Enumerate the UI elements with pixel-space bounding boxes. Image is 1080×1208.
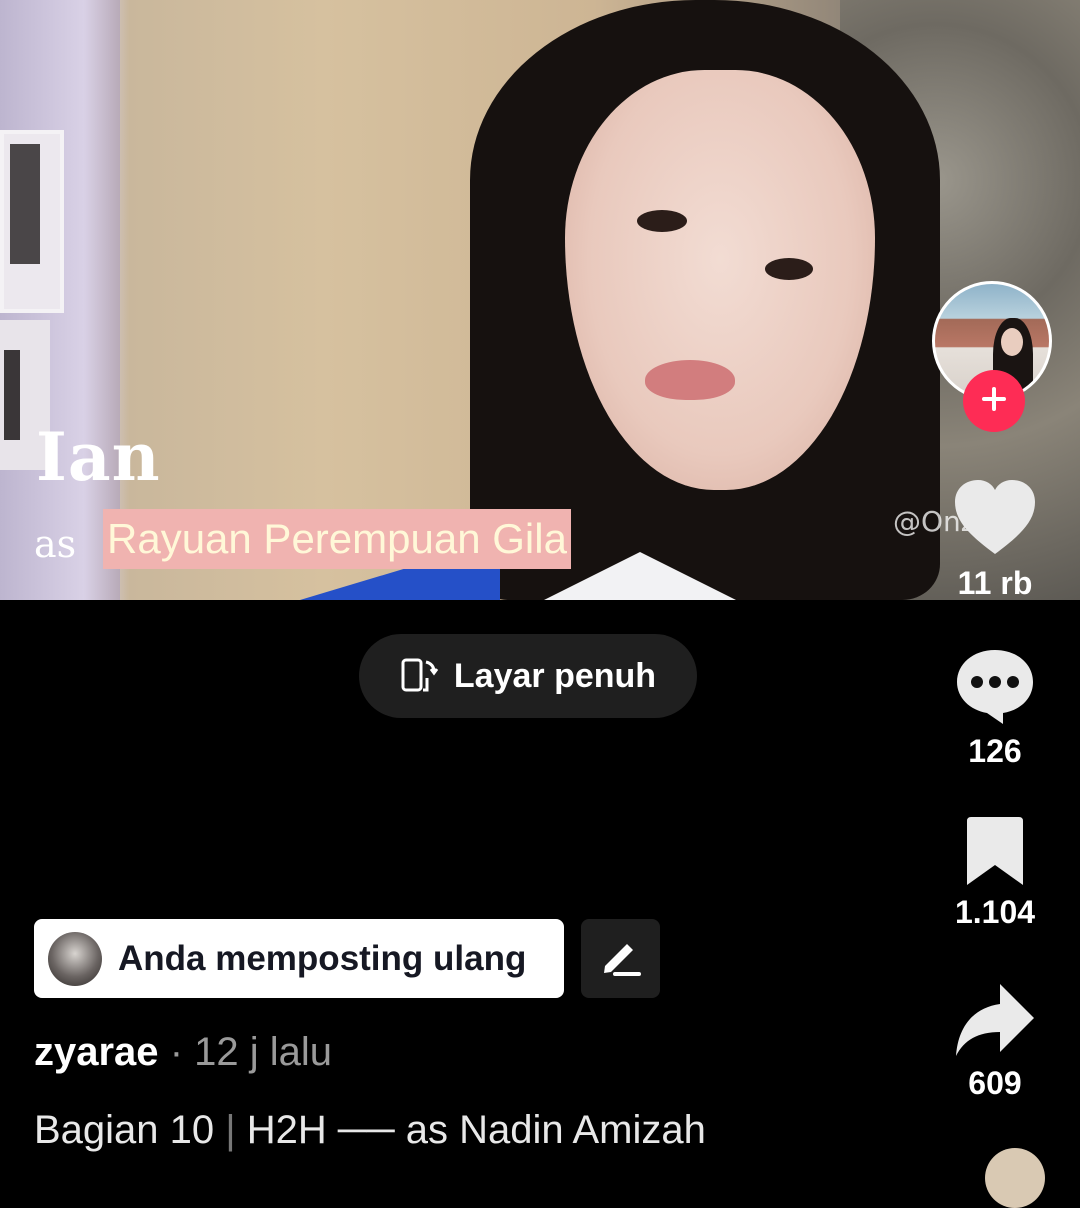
repost-label: Anda memposting ulang <box>118 938 527 978</box>
fullscreen-rotate-icon <box>400 654 440 699</box>
avatar <box>48 931 102 986</box>
post-meta: zyarae · 12 j lalu <box>34 1030 332 1075</box>
username[interactable]: zyarae <box>34 1030 159 1074</box>
comment-bubble-icon <box>953 650 1037 730</box>
bookmark-icon <box>963 817 1027 891</box>
comment-button[interactable]: 126 <box>925 646 1065 770</box>
like-count: 11 rb <box>957 565 1033 601</box>
like-button[interactable]: 11 rb <box>925 478 1065 602</box>
share-button[interactable]: 609 <box>925 982 1065 1102</box>
share-count: 609 <box>968 1065 1022 1101</box>
repost-chip[interactable]: Anda memposting ulang <box>34 919 564 998</box>
caption-part1: Bagian 10 <box>34 1108 215 1152</box>
video-overlay-song: Rayuan Perempuan Gila <box>103 509 571 569</box>
caption-part2: H2H ── as Nadin Amizah <box>246 1108 706 1152</box>
fullscreen-button[interactable]: Layar penuh <box>359 634 697 718</box>
comment-count: 126 <box>968 733 1022 769</box>
pencil-icon <box>599 934 643 983</box>
plus-icon <box>979 384 1009 419</box>
fullscreen-label: Layar penuh <box>453 656 657 695</box>
post-caption[interactable]: Bagian 10 | H2H ── as Nadin Amizah <box>34 1108 706 1153</box>
follow-button[interactable] <box>963 370 1025 432</box>
video-overlay-as: as <box>34 522 77 566</box>
wall-picture-frame <box>0 130 64 313</box>
heart-icon <box>951 480 1039 562</box>
save-button[interactable]: 1.104 <box>925 815 1065 931</box>
save-count: 1.104 <box>954 894 1036 930</box>
share-arrow-icon <box>954 984 1036 1062</box>
edit-repost-button[interactable] <box>581 919 660 998</box>
video-overlay-title: Ian <box>36 418 161 496</box>
post-time: 12 j lalu <box>194 1030 333 1074</box>
video-player[interactable]: Ian as Rayuan Perempuan Gila @Onzya <box>0 0 1080 600</box>
caption-pipe: | <box>225 1108 236 1152</box>
music-disc-icon[interactable] <box>985 1148 1045 1208</box>
meta-separator: · <box>169 1030 184 1074</box>
